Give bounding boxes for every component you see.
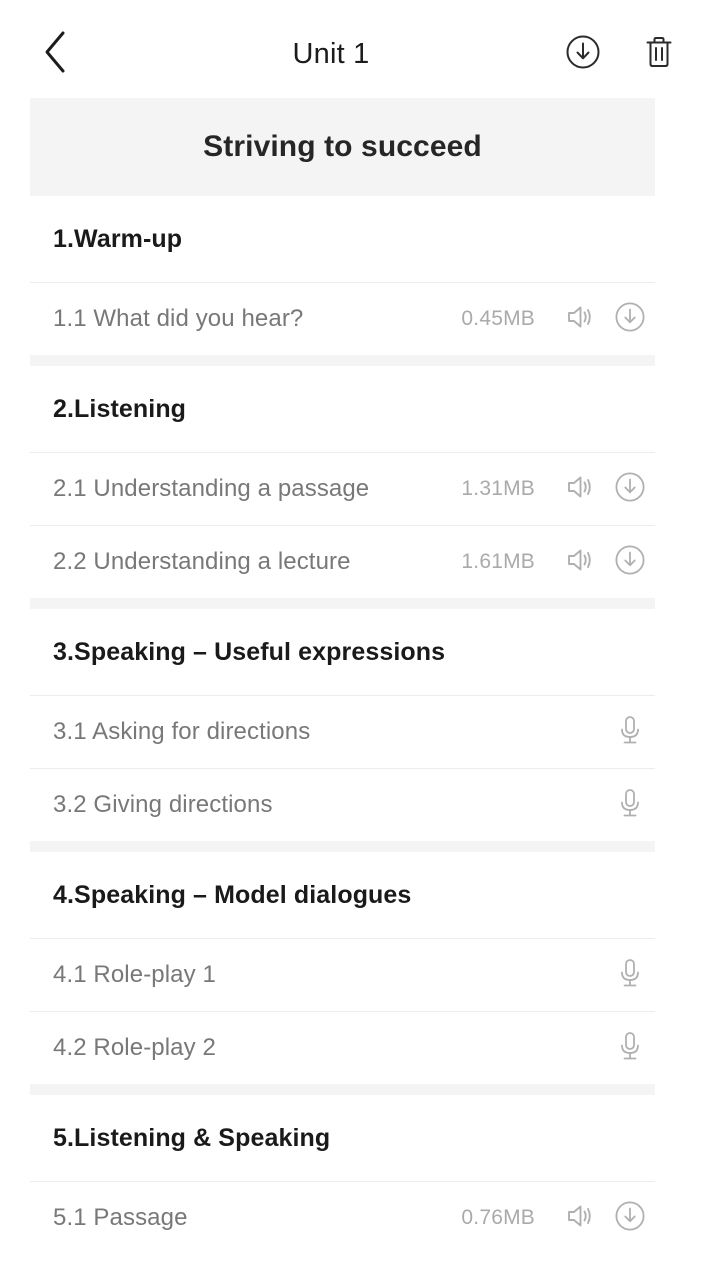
download-button[interactable]	[607, 1195, 653, 1241]
trash-icon	[641, 33, 677, 76]
section-header-title: 2.Listening	[53, 394, 187, 423]
section-header-title: 4.Speaking – Model dialogues	[53, 880, 412, 909]
lesson-label: 2.1 Understanding a passage	[53, 475, 370, 502]
download-circle-icon	[564, 33, 602, 76]
download-circle-icon	[613, 543, 647, 582]
lesson-label: 1.1 What did you hear?	[53, 305, 304, 332]
download-circle-icon	[613, 1199, 647, 1238]
page-title: Unit 1	[292, 37, 370, 70]
section-header-title: 3.Speaking – Useful expressions	[53, 637, 446, 666]
section-header: 1.Warm-up	[30, 196, 655, 282]
microphone-icon	[613, 785, 647, 826]
section-header: 4.Speaking – Model dialogues	[30, 852, 655, 938]
lesson-row-actions	[557, 296, 653, 342]
lesson-row[interactable]: 2.2 Understanding a lecture 1.61MB	[30, 525, 655, 598]
lesson-row[interactable]: 2.1 Understanding a passage 1.31MB	[30, 452, 655, 525]
lesson-row[interactable]: 1.1 What did you hear? 0.45MB	[30, 282, 655, 355]
microphone-icon	[613, 955, 647, 996]
lesson-row[interactable]: 3.2 Giving directions	[30, 768, 655, 841]
section-header: 2.Listening	[30, 366, 655, 452]
lesson-row-actions	[557, 1195, 653, 1241]
speaker-icon	[563, 543, 597, 582]
chevron-left-icon	[42, 30, 68, 79]
download-all-button[interactable]	[562, 33, 604, 75]
section-separator	[30, 598, 655, 609]
unit-banner: Striving to succeed	[30, 98, 655, 196]
microphone-icon	[613, 712, 647, 753]
lesson-file-size: 0.76MB	[461, 1206, 535, 1229]
record-button[interactable]	[607, 1025, 653, 1071]
download-button[interactable]	[607, 466, 653, 512]
status-bar-sliver	[0, 0, 720, 10]
lesson-label: 2.2 Understanding a lecture	[53, 548, 351, 575]
delete-button[interactable]	[638, 33, 680, 75]
play-audio-button[interactable]	[557, 466, 603, 512]
section-header: 3.Speaking – Useful expressions	[30, 609, 655, 695]
lesson-row[interactable]: 4.2 Role-play 2	[30, 1011, 655, 1084]
download-circle-icon	[613, 470, 647, 509]
lesson-row-actions	[607, 1025, 653, 1071]
unit-detail-screen: Unit 1 Striving to succeed 1.Warm-up 1.1…	[0, 0, 720, 1280]
unit-content[interactable]: Striving to succeed 1.Warm-up 1.1 What di…	[30, 98, 655, 1254]
record-button[interactable]	[607, 952, 653, 998]
lesson-file-size: 1.31MB	[461, 477, 535, 500]
microphone-icon	[613, 1028, 647, 1069]
lesson-label: 3.2 Giving directions	[53, 791, 273, 818]
lesson-label: 3.1 Asking for directions	[53, 718, 311, 745]
unit-banner-title: Striving to succeed	[203, 130, 482, 163]
play-audio-button[interactable]	[557, 539, 603, 585]
play-audio-button[interactable]	[557, 1195, 603, 1241]
section-separator	[30, 355, 655, 366]
lesson-row[interactable]: 5.1 Passage 0.76MB	[30, 1181, 655, 1254]
navbar-actions	[562, 33, 684, 75]
lesson-row-actions	[557, 539, 653, 585]
record-button[interactable]	[607, 782, 653, 828]
lesson-row-actions	[607, 952, 653, 998]
section-header-title: 5.Listening & Speaking	[53, 1123, 331, 1152]
download-button[interactable]	[607, 296, 653, 342]
navigation-bar: Unit 1	[0, 10, 720, 98]
section-header-title: 1.Warm-up	[53, 224, 183, 253]
lesson-label: 4.2 Role-play 2	[53, 1034, 216, 1061]
back-button[interactable]	[42, 31, 88, 77]
lesson-row[interactable]: 3.1 Asking for directions	[30, 695, 655, 768]
lesson-row-actions	[607, 709, 653, 755]
play-audio-button[interactable]	[557, 296, 603, 342]
speaker-icon	[563, 1199, 597, 1238]
download-button[interactable]	[607, 539, 653, 585]
lesson-label: 4.1 Role-play 1	[53, 961, 216, 988]
download-circle-icon	[613, 300, 647, 339]
section-separator	[30, 841, 655, 852]
lesson-file-size: 0.45MB	[461, 307, 535, 330]
lesson-row[interactable]: 4.1 Role-play 1	[30, 938, 655, 1011]
record-button[interactable]	[607, 709, 653, 755]
section-list: 1.Warm-up 1.1 What did you hear? 0.45MB 2.L…	[30, 196, 655, 1254]
lesson-label: 5.1 Passage	[53, 1204, 188, 1231]
section-header: 5.Listening & Speaking	[30, 1095, 655, 1181]
lesson-row-actions	[607, 782, 653, 828]
section-separator	[30, 1084, 655, 1095]
speaker-icon	[563, 470, 597, 509]
lesson-file-size: 1.61MB	[461, 550, 535, 573]
lesson-row-actions	[557, 466, 653, 512]
speaker-icon	[563, 300, 597, 339]
